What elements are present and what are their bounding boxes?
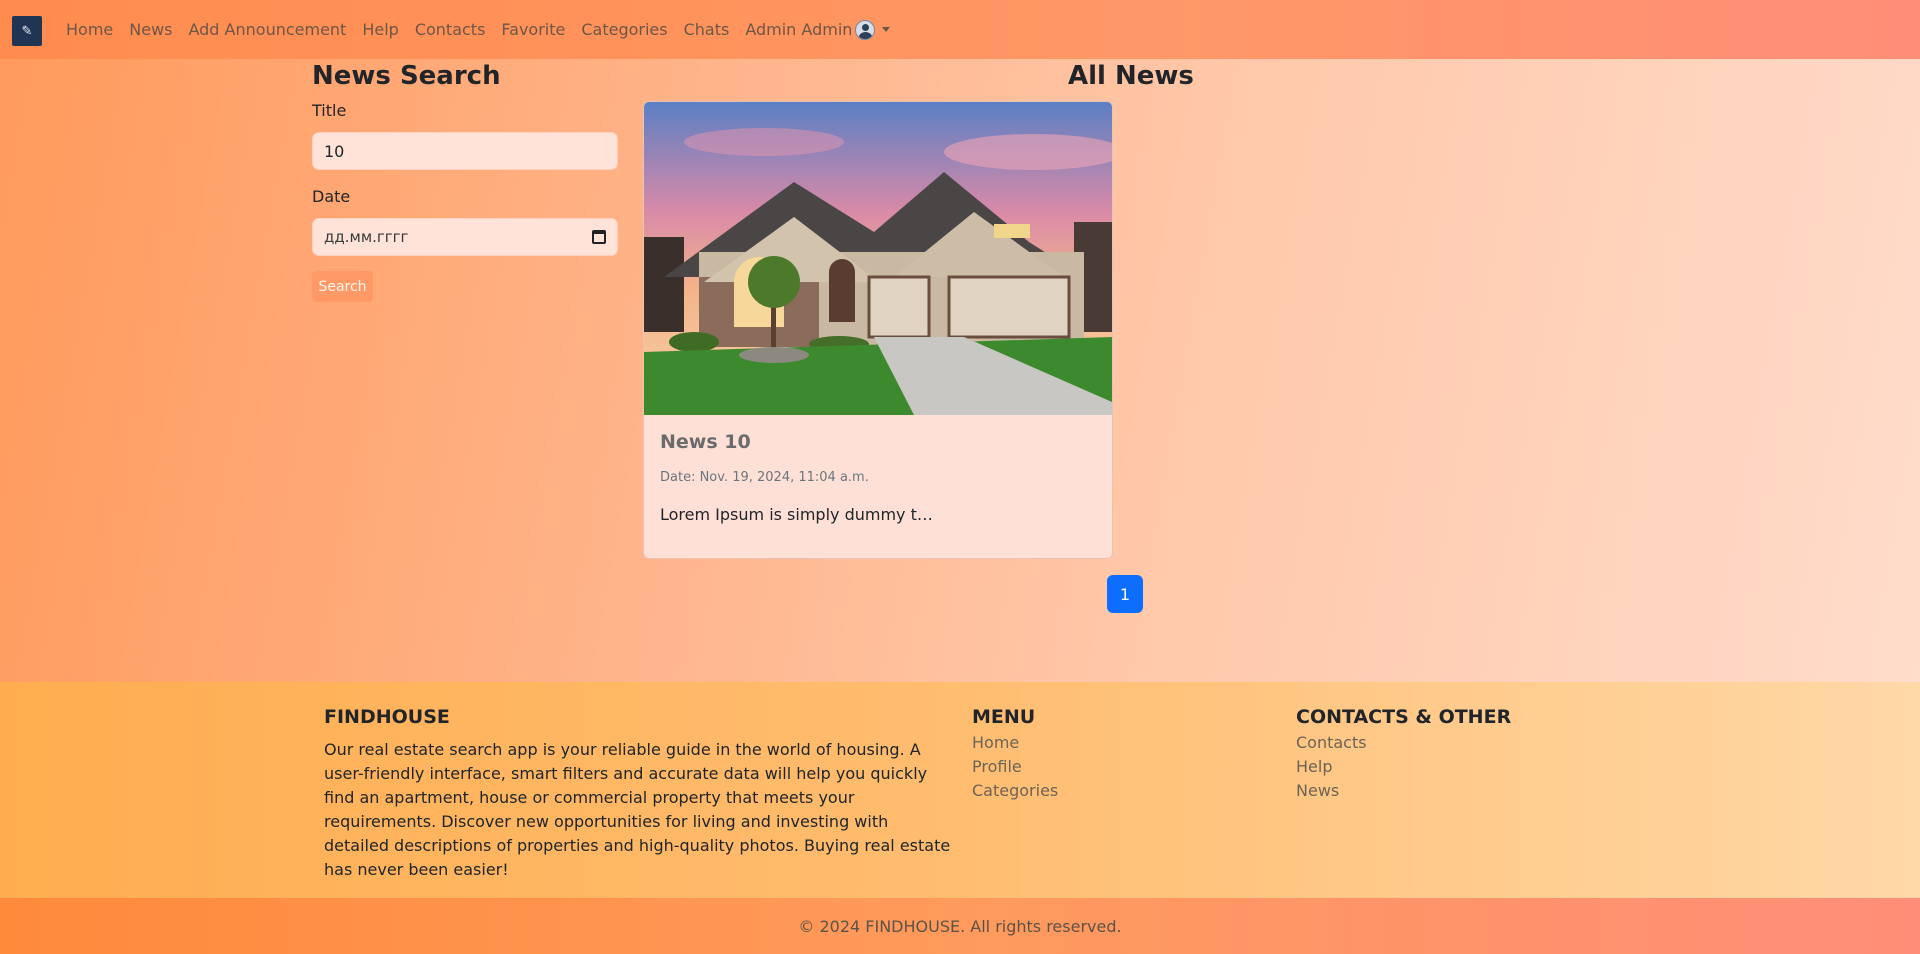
brand-logo-icon[interactable]: ✎ [12, 16, 42, 46]
title-search-input[interactable] [312, 132, 618, 170]
all-news-heading: All News [1068, 61, 1194, 91]
news-search-heading: News Search [312, 61, 501, 91]
site-footer: FINDHOUSE Our real estate search app is … [0, 682, 1920, 898]
copyright-text: © 2024 FINDHOUSE. All rights reserved. [798, 916, 1122, 936]
footer-about-text: Our real estate search app is your relia… [324, 740, 951, 879]
footer-contacts-list: Contacts Help News [1296, 731, 1367, 803]
footer-contacts-heading: CONTACTS & OTHER [1296, 706, 1512, 728]
nav-contacts-link[interactable]: Contacts [407, 20, 494, 39]
user-avatar-icon [855, 19, 876, 40]
nav-favorite-link[interactable]: Favorite [493, 20, 573, 39]
news-card-date: Date: Nov. 19, 2024, 11:04 a.m. [660, 470, 869, 485]
news-card-excerpt: Lorem Ipsum is simply dummy t… [660, 505, 933, 524]
footer-menu-categories-link[interactable]: Categories [972, 779, 1058, 803]
nav-categories-link[interactable]: Categories [573, 20, 675, 39]
footer-contacts-link[interactable]: Contacts [1296, 731, 1367, 755]
nav-add-announcement-link[interactable]: Add Announcement [180, 20, 354, 39]
date-field-label: Date [312, 187, 351, 206]
footer-help-link[interactable]: Help [1296, 755, 1367, 779]
copyright-bar: © 2024 FINDHOUSE. All rights reserved. [0, 898, 1920, 954]
nav-home-link[interactable]: Home [58, 20, 121, 39]
news-card-title[interactable]: News 10 [660, 431, 751, 453]
top-navbar: ✎ Home News Add Announcement Help Contac… [0, 0, 1920, 59]
chevron-down-icon [882, 27, 891, 32]
nav-chats-link[interactable]: Chats [676, 20, 738, 39]
pagination-page-1[interactable]: 1 [1107, 575, 1143, 613]
title-field-label: Title [312, 101, 347, 120]
nav-links: Home News Add Announcement Help Contacts… [58, 0, 898, 59]
calendar-icon[interactable] [592, 230, 606, 244]
footer-menu-heading: MENU [972, 706, 1036, 728]
search-button[interactable]: Search [312, 271, 373, 302]
footer-menu-profile-link[interactable]: Profile [972, 755, 1058, 779]
footer-news-link[interactable]: News [1296, 779, 1367, 803]
main-content: News Search Title Date дд.мм.гггг Search… [0, 59, 1920, 682]
date-placeholder: дд.мм.гггг [324, 228, 409, 246]
footer-menu-home-link[interactable]: Home [972, 731, 1058, 755]
footer-menu-list: Home Profile Categories [972, 731, 1058, 803]
footer-brand-heading: FINDHOUSE [324, 706, 450, 728]
news-card[interactable]: News 10 Date: Nov. 19, 2024, 11:04 a.m. … [643, 101, 1113, 559]
news-card-image [644, 102, 1112, 415]
date-search-input[interactable]: дд.мм.гггг [312, 218, 618, 256]
user-name: Admin Admin [745, 20, 853, 39]
nav-news-link[interactable]: News [121, 20, 180, 39]
nav-help-link[interactable]: Help [354, 20, 406, 39]
user-menu-dropdown[interactable]: Admin Admin [737, 19, 898, 40]
